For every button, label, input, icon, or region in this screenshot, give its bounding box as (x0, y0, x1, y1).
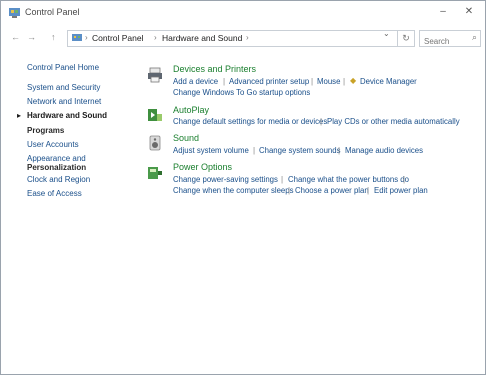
link-change-power-buttons[interactable]: Change what the power buttons do (288, 175, 409, 184)
link-separator: | (343, 77, 346, 86)
window-title: Control Panel (25, 7, 80, 17)
sidebar-item-programs[interactable]: Programs (27, 126, 64, 135)
control-panel-window: Control Panel – ✕ ← → ↑ › Control Panel … (0, 0, 486, 375)
sidebar-item-network-and-internet[interactable]: Network and Internet (27, 97, 101, 106)
link-separator: | (320, 117, 323, 126)
sidebar-item-personalization[interactable]: Personalization (27, 163, 86, 172)
link-play-cds-automatically[interactable]: Play CDs or other media automatically (327, 117, 460, 126)
sidebar-item-user-accounts[interactable]: User Accounts (27, 140, 79, 149)
link-windows-to-go[interactable]: Change Windows To Go startup options (173, 88, 310, 97)
close-button[interactable]: ✕ (459, 3, 479, 21)
link-separator: | (367, 186, 370, 195)
link-manage-audio-devices[interactable]: Manage audio devices (345, 146, 423, 155)
link-separator: | (288, 186, 291, 195)
link-device-manager[interactable]: Device Manager (360, 77, 417, 86)
breadcrumb-hardware-and-sound[interactable]: Hardware and Sound (162, 33, 242, 43)
breadcrumb-separator: › (154, 33, 157, 42)
sidebar-item-hardware-and-sound[interactable]: Hardware and Sound (27, 111, 107, 120)
link-separator: | (223, 77, 226, 86)
link-separator: | (253, 146, 256, 155)
category-title-devices-and-printers[interactable]: Devices and Printers (173, 64, 256, 74)
link-change-system-sounds[interactable]: Change system sounds (259, 146, 340, 155)
speaker-icon (149, 135, 161, 151)
address-dropdown-button[interactable]: ⌄ (383, 29, 390, 38)
link-adjust-system-volume[interactable]: Adjust system volume (173, 146, 249, 155)
link-mouse[interactable]: Mouse (317, 77, 340, 86)
breadcrumb-control-panel[interactable]: Control Panel (92, 33, 144, 43)
sidebar-item-ease-of-access[interactable]: Ease of Access (27, 189, 82, 198)
current-category-marker: ▸ (17, 111, 22, 120)
back-button[interactable]: ← (11, 32, 20, 42)
power-icon (148, 167, 162, 179)
search-input[interactable] (420, 35, 468, 48)
link-separator: | (403, 175, 406, 184)
link-separator: | (338, 146, 341, 155)
autoplay-icon (148, 109, 162, 121)
minimize-button[interactable]: – (433, 3, 453, 21)
link-separator: | (311, 77, 314, 86)
up-button[interactable]: ↑ (51, 32, 56, 42)
breadcrumb-separator: › (85, 33, 88, 42)
control-panel-icon (9, 8, 20, 18)
address-bar-row: ← → ↑ › Control Panel › Hardware and Sou… (1, 27, 485, 49)
address-bar[interactable]: › Control Panel › Hardware and Sound › (67, 30, 415, 47)
link-change-when-computer-sleeps[interactable]: Change when the computer sleeps (173, 186, 294, 195)
title-bar: Control Panel – ✕ (1, 1, 485, 25)
sidebar-item-appearance[interactable]: Appearance and (27, 154, 86, 163)
category-title-power-options[interactable]: Power Options (173, 162, 232, 172)
link-advanced-printer-setup[interactable]: Advanced printer setup (229, 77, 309, 86)
link-separator: | (281, 175, 284, 184)
search-box[interactable]: ⌕ (419, 30, 481, 48)
link-change-default-media-settings[interactable]: Change default settings for media or dev… (173, 117, 327, 126)
category-title-autoplay[interactable]: AutoPlay (173, 105, 209, 115)
control-panel-icon (72, 34, 82, 41)
refresh-button[interactable]: ↻ (397, 30, 415, 47)
breadcrumb-separator: › (246, 33, 249, 42)
printer-icon (148, 67, 162, 83)
sidebar-item-control-panel-home[interactable]: Control Panel Home (27, 63, 99, 72)
shield-icon: ◆ (350, 76, 356, 85)
link-edit-power-plan[interactable]: Edit power plan (374, 186, 428, 195)
link-add-device[interactable]: Add a device (173, 77, 218, 86)
category-title-sound[interactable]: Sound (173, 133, 199, 143)
sidebar-item-system-and-security[interactable]: System and Security (27, 83, 100, 92)
link-change-power-saving-settings[interactable]: Change power-saving settings (173, 175, 278, 184)
sidebar-item-clock-and-region[interactable]: Clock and Region (27, 175, 90, 184)
forward-button[interactable]: → (27, 32, 36, 42)
search-icon: ⌕ (471, 32, 477, 42)
link-choose-power-plan[interactable]: Choose a power plan (295, 186, 369, 195)
